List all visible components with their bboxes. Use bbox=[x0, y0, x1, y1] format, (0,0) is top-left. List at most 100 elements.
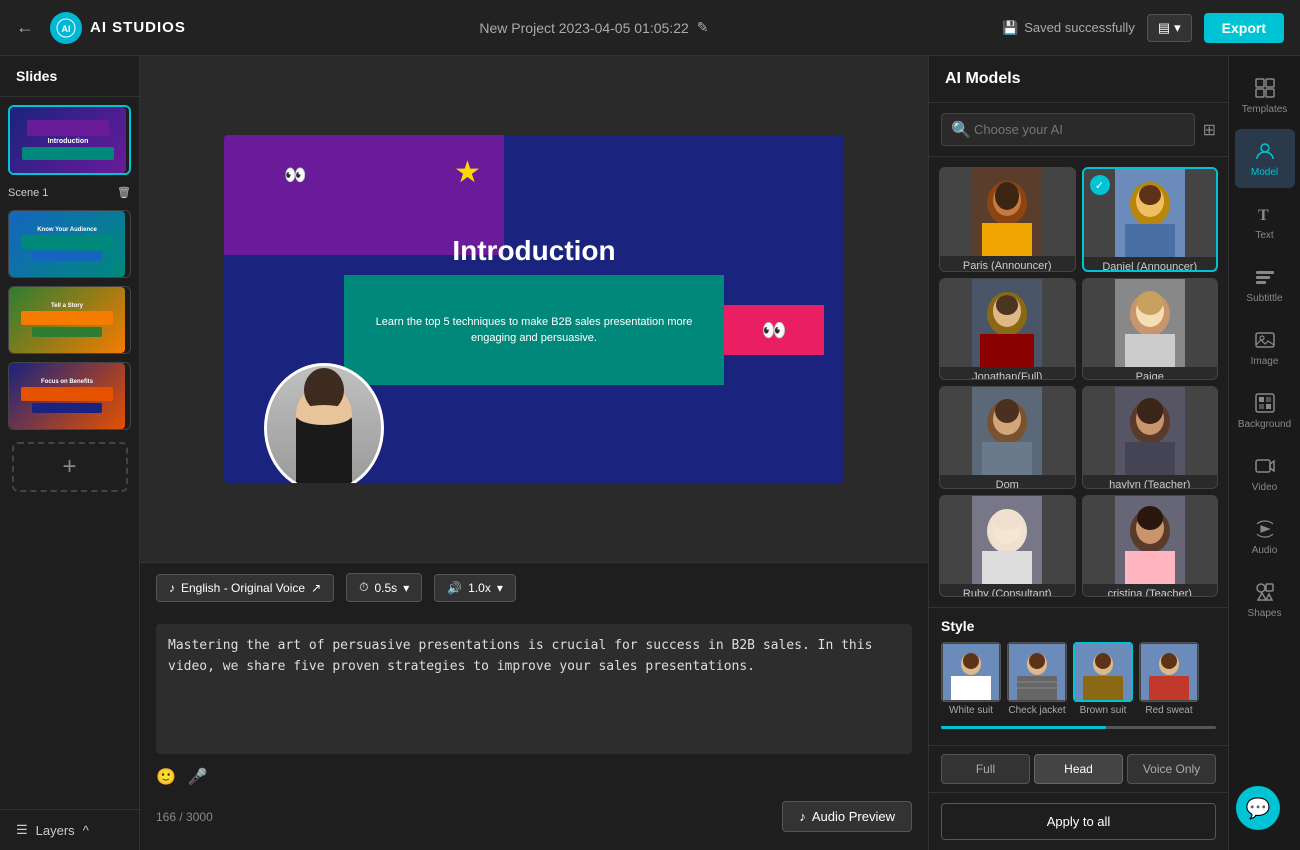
model-card-jonathan[interactable]: Jonathan(Full) (Consultant) bbox=[939, 278, 1076, 381]
filter-icon[interactable]: ⊞ bbox=[1203, 120, 1216, 140]
delete-slide-1[interactable]: 🗑 bbox=[117, 186, 131, 199]
model-button[interactable]: Model bbox=[1235, 129, 1295, 188]
model-card-ruby[interactable]: Ruby (Consultant) bbox=[939, 495, 1076, 598]
image-button[interactable]: Image bbox=[1235, 318, 1295, 377]
scene-label-1: Scene 1 🗑 bbox=[8, 183, 131, 202]
style-label-brown: Brown suit bbox=[1073, 705, 1133, 716]
shapes-button[interactable]: Shapes bbox=[1235, 570, 1295, 629]
apply-to-all-button[interactable]: Apply to all bbox=[941, 803, 1216, 840]
view-button[interactable]: ▤ ▾ bbox=[1147, 14, 1192, 42]
model-name-jonathan: Jonathan(Full) (Consultant) bbox=[940, 367, 1075, 381]
audio-button[interactable]: Audio bbox=[1235, 507, 1295, 566]
chat-button[interactable]: 💬 bbox=[1236, 786, 1280, 830]
canvas-star: ★ bbox=[454, 155, 481, 190]
ai-panel: AI Models 🔍 ⊞ Paris (Announcer) bbox=[928, 56, 1228, 850]
style-slider-fill bbox=[941, 726, 1106, 729]
topbar-right: 💾 Saved successfully ▤ ▾ Export bbox=[1002, 13, 1284, 43]
slides-header: Slides bbox=[0, 56, 139, 97]
slides-panel: Slides Introduction Scene 1 🗑 Know Your … bbox=[0, 56, 140, 850]
topbar-center: New Project 2023-04-05 01:05:22 ✎ bbox=[186, 19, 1002, 36]
main-canvas: 👀 ★ Introduction Learn the top 5 techniq… bbox=[224, 135, 844, 483]
style-card-white[interactable]: White suit bbox=[941, 642, 1001, 716]
image-label: Image bbox=[1251, 356, 1279, 367]
mic-icon[interactable]: 🎤 bbox=[188, 767, 208, 787]
topbar: ← AI AI STUDIOS New Project 2023-04-05 0… bbox=[0, 0, 1300, 56]
style-title: Style bbox=[941, 618, 1216, 634]
background-label: Background bbox=[1238, 419, 1291, 430]
logo-icon: AI bbox=[50, 12, 82, 44]
model-name-paris: Paris (Announcer) bbox=[940, 256, 1075, 272]
style-slider[interactable] bbox=[941, 726, 1216, 729]
slide-item-2[interactable]: Know Your Audience bbox=[8, 210, 131, 278]
text-button[interactable]: T Text bbox=[1235, 192, 1295, 251]
slides-list: Introduction Scene 1 🗑 Know Your Audienc… bbox=[0, 97, 139, 809]
style-card-check[interactable]: Check jacket bbox=[1007, 642, 1067, 716]
canvas-pink-rect: 👀 bbox=[724, 305, 824, 355]
audio-preview-button[interactable]: ♪ Audio Preview bbox=[782, 801, 912, 832]
subtittle-icon bbox=[1253, 265, 1277, 289]
edit-icon[interactable]: ✎ bbox=[697, 19, 709, 36]
bottom-toolbar: ♪ English - Original Voice ↗ ⏱ 0.5s ▾ 🔊 … bbox=[140, 562, 928, 612]
icon-bar: Templates Model T Text bbox=[1228, 56, 1300, 850]
ai-search-input[interactable] bbox=[941, 113, 1195, 146]
subtittle-label: Subtittle bbox=[1246, 293, 1282, 304]
tab-full[interactable]: Full bbox=[941, 754, 1030, 784]
search-bar: 🔍 ⊞ bbox=[929, 103, 1228, 157]
style-card-brown[interactable]: Brown suit bbox=[1073, 642, 1133, 716]
model-card-dom[interactable]: Dom bbox=[939, 386, 1076, 489]
style-label-red: Red sweat bbox=[1139, 705, 1199, 716]
model-card-daniel[interactable]: ✓ Daniel (Announcer) bbox=[1082, 167, 1219, 272]
model-name-dom: Dom bbox=[940, 475, 1075, 489]
text-icon: T bbox=[1253, 202, 1277, 226]
background-button[interactable]: Background bbox=[1235, 381, 1295, 440]
model-card-haylyn[interactable]: haylyn (Teacher) bbox=[1082, 386, 1219, 489]
topbar-left: ← AI AI STUDIOS bbox=[16, 12, 186, 44]
video-icon bbox=[1253, 454, 1277, 478]
voice-icon: ♪ bbox=[169, 581, 175, 595]
layers-bar[interactable]: ☰ Layers ^ bbox=[0, 809, 139, 850]
ai-panel-header: AI Models bbox=[929, 56, 1228, 103]
emoji-icon[interactable]: 🙂 bbox=[156, 767, 176, 787]
svg-text:AI: AI bbox=[62, 24, 71, 34]
subtittle-button[interactable]: Subtittle bbox=[1235, 255, 1295, 314]
style-section: Style White suit bbox=[929, 607, 1228, 745]
model-name-ruby: Ruby (Consultant) bbox=[940, 584, 1075, 598]
text-icons: 🙂 🎤 bbox=[156, 759, 912, 795]
audio-icon: ♪ bbox=[799, 809, 806, 824]
audio-icon bbox=[1253, 517, 1277, 541]
video-button[interactable]: Video bbox=[1235, 444, 1295, 503]
templates-label: Templates bbox=[1242, 104, 1288, 115]
templates-button[interactable]: Templates bbox=[1235, 66, 1295, 125]
script-textarea[interactable]: Mastering the art of persuasive presenta… bbox=[156, 624, 912, 754]
shapes-label: Shapes bbox=[1248, 608, 1282, 619]
slide-item-1[interactable]: Introduction bbox=[8, 105, 131, 175]
canvas-title: Introduction bbox=[224, 235, 844, 267]
export-button[interactable]: Export bbox=[1204, 13, 1284, 43]
selected-badge: ✓ bbox=[1090, 175, 1110, 195]
layers-icon: ☰ bbox=[16, 822, 28, 838]
model-label: Model bbox=[1251, 167, 1278, 178]
back-button[interactable]: ← bbox=[16, 17, 34, 38]
speed-control[interactable]: 🔊 1.0x ▾ bbox=[434, 574, 516, 602]
voice-selector[interactable]: ♪ English - Original Voice ↗ bbox=[156, 574, 334, 602]
tab-voice-only[interactable]: Voice Only bbox=[1127, 754, 1216, 784]
model-card-paige[interactable]: Paige bbox=[1082, 278, 1219, 381]
model-card-paris[interactable]: Paris (Announcer) bbox=[939, 167, 1076, 272]
slide-item-3[interactable]: Tell a Story bbox=[8, 286, 131, 354]
tab-head[interactable]: Head bbox=[1034, 754, 1123, 784]
position-tabs: Full Head Voice Only bbox=[941, 754, 1216, 784]
audio-label: Audio Preview bbox=[812, 809, 895, 824]
model-card-cristina[interactable]: cristina (Teacher) bbox=[1082, 495, 1219, 598]
canvas-eyes-top: 👀 bbox=[284, 165, 306, 186]
position-section: Full Head Voice Only bbox=[929, 745, 1228, 792]
model-icon bbox=[1253, 139, 1277, 163]
slide-item-4[interactable]: Focus on Benefits bbox=[8, 362, 131, 430]
video-label: Video bbox=[1252, 482, 1277, 493]
saved-status: 💾 Saved successfully bbox=[1002, 20, 1135, 36]
add-slide-button[interactable]: + bbox=[12, 442, 128, 492]
timing-control[interactable]: ⏱ 0.5s ▾ bbox=[346, 573, 422, 602]
style-label-white: White suit bbox=[941, 705, 1001, 716]
timing-icon: ⏱ bbox=[359, 580, 368, 595]
style-card-red[interactable]: Red sweat bbox=[1139, 642, 1199, 716]
canvas-wrapper: 👀 ★ Introduction Learn the top 5 techniq… bbox=[140, 56, 928, 562]
